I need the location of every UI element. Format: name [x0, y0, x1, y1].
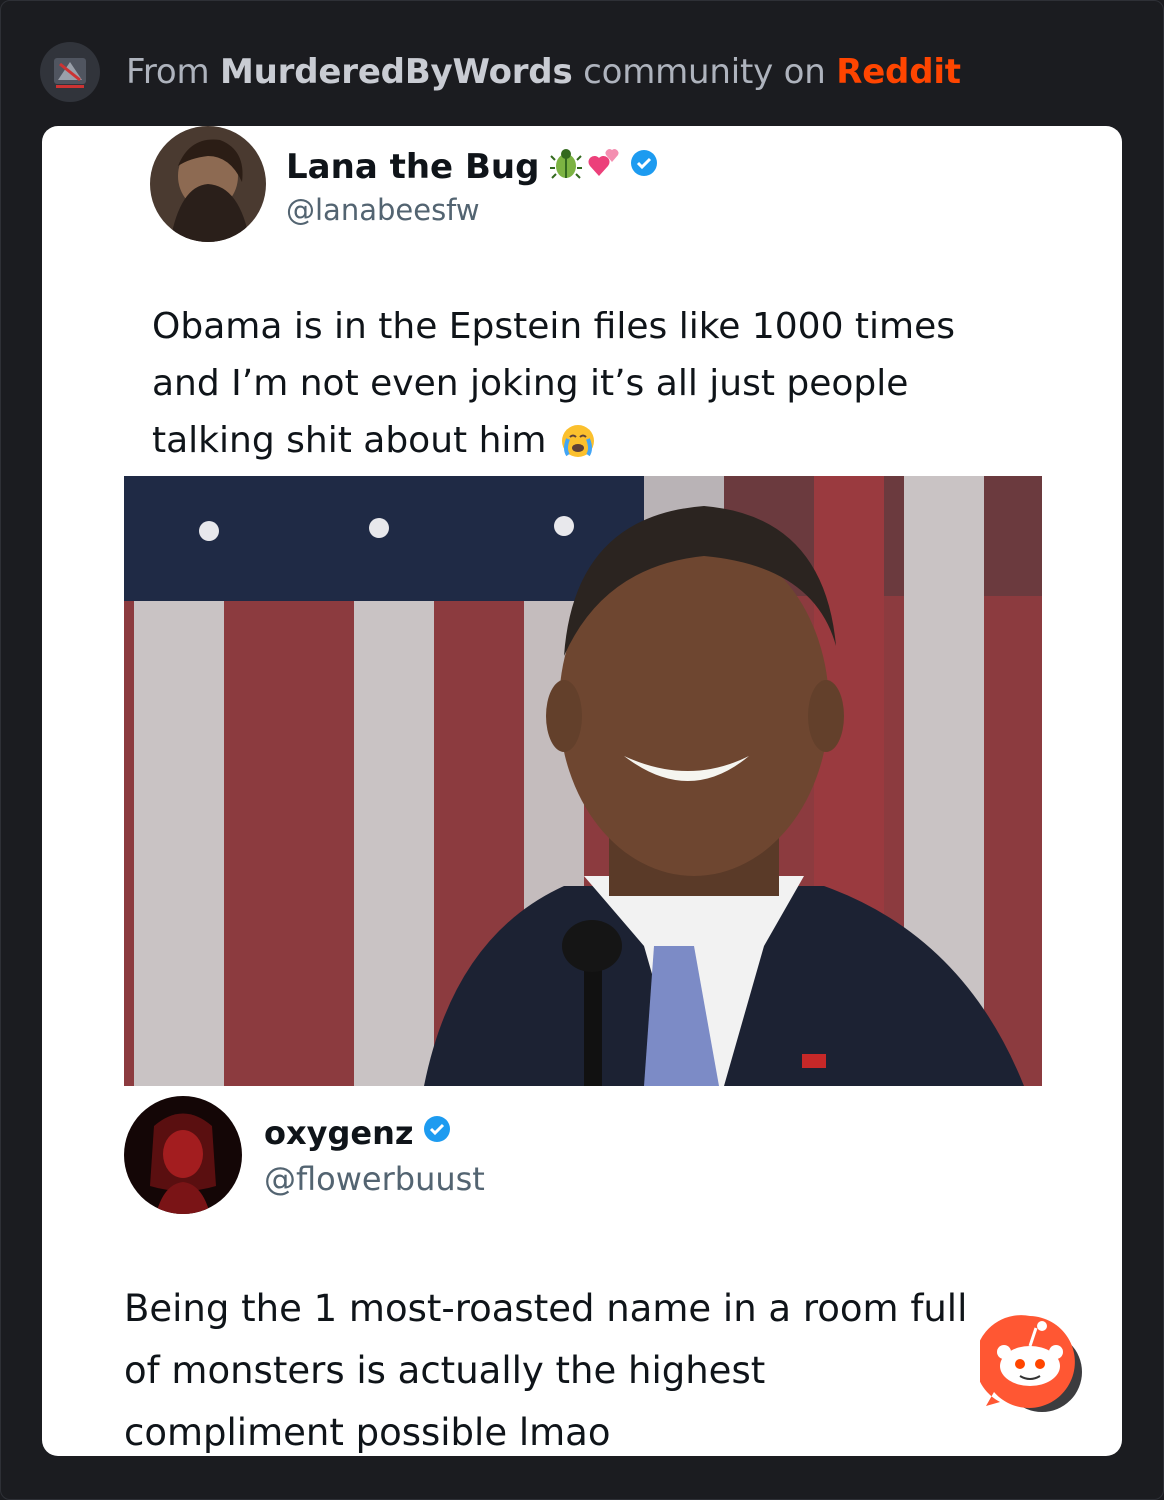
tweet2-author: oxygenz @flowerbuust: [124, 1096, 485, 1214]
image-card[interactable]: Lana the Bug @lanabeesfw Obama is in the…: [42, 126, 1122, 1456]
tweet1-author: Lana the Bug @lanabeesfw: [150, 126, 659, 242]
from-label: From: [126, 52, 221, 92]
tweet2-display-name: oxygenz: [264, 1114, 414, 1152]
crying-face-icon: [560, 423, 596, 459]
reddit-link[interactable]: Reddit: [836, 52, 961, 92]
beetle-icon: [549, 146, 583, 189]
two-hearts-icon: [587, 146, 621, 189]
tweet2-avatar: [124, 1096, 242, 1214]
tweet1-display-name: Lana the Bug: [286, 147, 540, 187]
tweet1-line-3: talking shit about him: [152, 420, 547, 461]
tweet2-line-3: compliment possible lmao: [124, 1411, 611, 1454]
community-on-label: community on: [572, 52, 837, 92]
reddit-snoo-icon[interactable]: [975, 1310, 1084, 1414]
subreddit-avatar-icon[interactable]: [40, 42, 100, 102]
tweet1-line-1: Obama is in the Epstein files like 1000 …: [152, 306, 956, 347]
tweet2-line-2: of monsters is actually the highest: [124, 1349, 766, 1392]
tweet1-body: Obama is in the Epstein files like 1000 …: [152, 298, 955, 469]
verified-badge-icon: [629, 147, 659, 187]
tweet2-handle: @flowerbuust: [264, 1160, 485, 1198]
verified-badge-icon: [422, 1114, 452, 1152]
tweet2-body: Being the 1 most-roasted name in a room …: [124, 1278, 967, 1456]
tweet1-handle: @lanabeesfw: [286, 192, 480, 227]
attribution-header: From MurderedByWords community on Reddit: [40, 42, 961, 102]
tweet1-line-2: and I’m not even joking it’s all just pe…: [152, 363, 909, 404]
obama-photo: [124, 476, 1042, 1086]
tweet2-line-1: Being the 1 most-roasted name in a room …: [124, 1287, 968, 1330]
attribution-text: From MurderedByWords community on Reddit: [126, 52, 961, 92]
tweet1-avatar: [150, 126, 266, 242]
community-link[interactable]: MurderedByWords: [220, 52, 573, 92]
